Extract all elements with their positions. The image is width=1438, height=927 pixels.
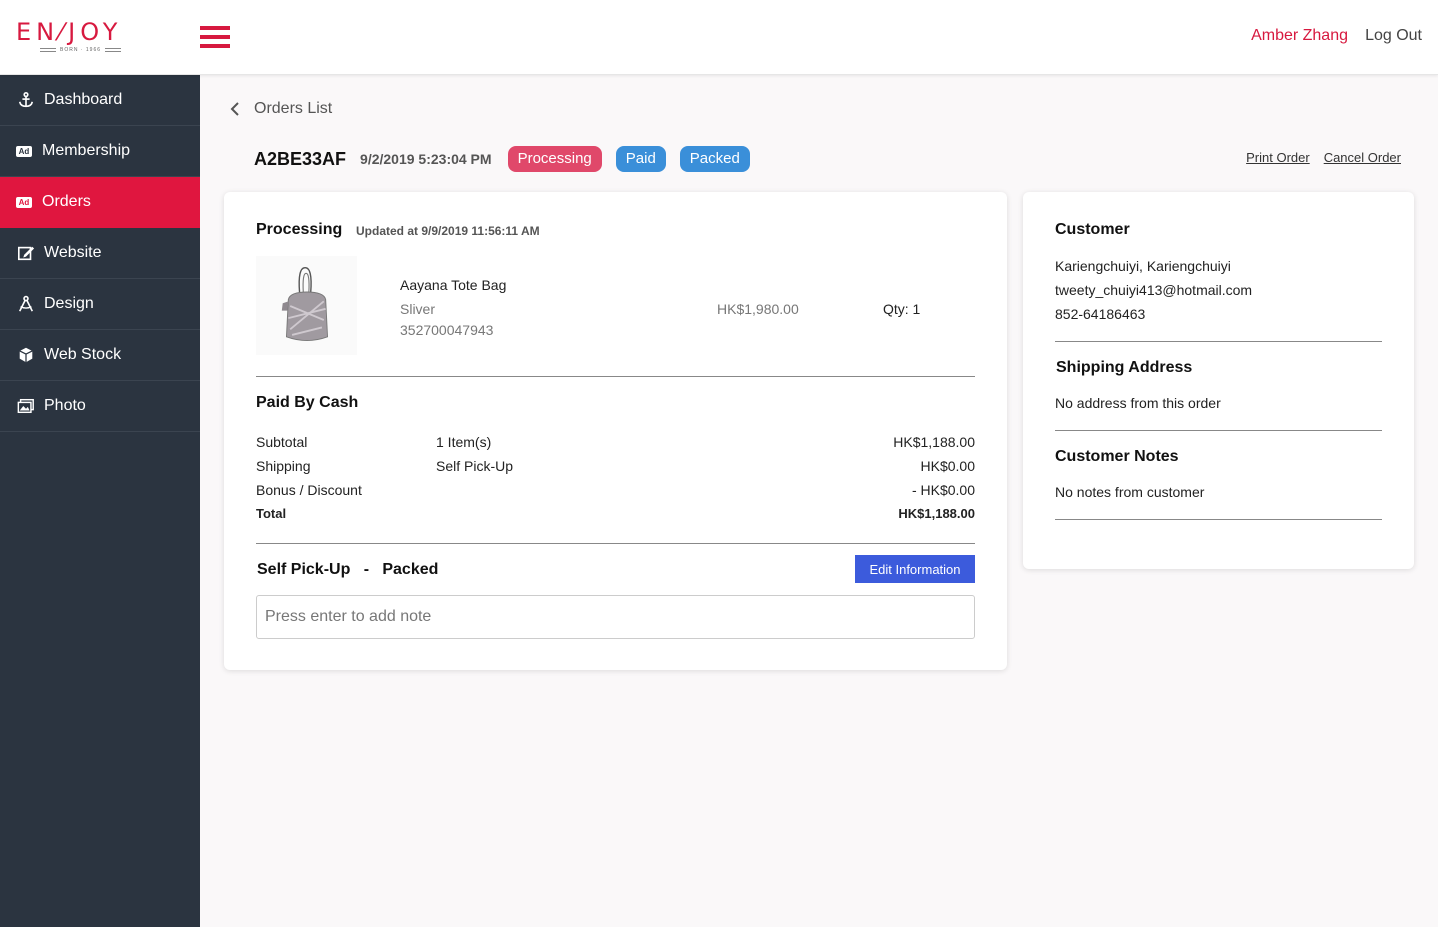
- product-sku: 352700047943: [400, 322, 494, 338]
- images-icon: [16, 396, 36, 416]
- sidebar-item-dashboard[interactable]: Dashboard: [0, 75, 200, 126]
- status-badge-paid: Paid: [615, 146, 666, 172]
- customer-name: Kariengchuiyi, Kariengchuiyi: [1055, 258, 1231, 274]
- edit-icon: [16, 243, 36, 263]
- divider: [1055, 341, 1382, 342]
- product-image: [256, 256, 357, 355]
- divider: [1055, 519, 1382, 520]
- note-input[interactable]: [256, 595, 975, 639]
- fulfillment-title: Self Pick-Up - Packed: [257, 561, 439, 578]
- cancel-order-link[interactable]: Cancel Order: [1324, 150, 1401, 165]
- sidebar-item-label: Website: [44, 244, 102, 261]
- divider: [256, 376, 975, 377]
- sidebar-item-photo[interactable]: Photo: [0, 381, 200, 432]
- status-badge-packed: Packed: [679, 146, 750, 172]
- status-badge-processing: Processing: [507, 146, 602, 172]
- sidebar-item-membership[interactable]: Ad Membership: [0, 126, 200, 177]
- product-qty: Qty: 1: [883, 301, 921, 317]
- chevron-left-icon: [230, 102, 239, 116]
- product-price: HK$1,980.00: [717, 301, 799, 317]
- anchor-icon: [16, 90, 36, 110]
- customer-notes-text: No notes from customer: [1055, 484, 1205, 500]
- sidebar-item-website[interactable]: Website: [0, 228, 200, 279]
- sidebar-item-label: Web Stock: [44, 346, 122, 363]
- ad-icon: Ad: [16, 145, 32, 157]
- customer-phone: 852-64186463: [1055, 306, 1146, 322]
- top-header: EN⁄JOY BORN · 1966 Amber Zhang Log Out: [0, 0, 1438, 75]
- ad-icon: Ad: [16, 196, 32, 208]
- logout-button[interactable]: Log Out: [1365, 27, 1422, 45]
- design-icon: [16, 294, 36, 314]
- order-actions: Print Order Cancel Order: [1246, 150, 1401, 165]
- sidebar-item-label: Design: [44, 295, 94, 312]
- customer-title: Customer: [1055, 221, 1130, 238]
- sidebar-item-label: Orders: [42, 193, 91, 210]
- order-header: A2BE33AF 9/2/2019 5:23:04 PM Processing …: [254, 146, 764, 172]
- breadcrumb-label: Orders List: [254, 100, 333, 117]
- order-id: A2BE33AF: [254, 148, 347, 169]
- sidebar-item-design[interactable]: Design: [0, 279, 200, 330]
- cube-icon: [16, 345, 36, 365]
- product-name: Aayana Tote Bag: [400, 277, 507, 293]
- divider: [1055, 430, 1382, 431]
- product-variant: Sliver: [400, 301, 436, 317]
- customer-email: tweety_chuiyi413@hotmail.com: [1055, 282, 1253, 298]
- back-to-orders-link[interactable]: Orders List: [228, 100, 332, 118]
- brand-logo[interactable]: EN⁄JOY BORN · 1966: [16, 18, 146, 58]
- logo-text: EN⁄JOY: [16, 18, 123, 46]
- status-title: Processing: [256, 221, 343, 238]
- sidebar: Dashboard Ad Membership Ad Orders Websit…: [0, 75, 200, 927]
- customer-card: Customer Kariengchuiyi, Kariengchuiyi tw…: [1023, 192, 1414, 569]
- sidebar-item-label: Membership: [42, 142, 131, 159]
- order-detail-card: Processing Updated at 9/9/2019 11:56:11 …: [224, 192, 1007, 670]
- sidebar-item-orders[interactable]: Ad Orders: [0, 177, 200, 228]
- logo-subtitle: BORN · 1966: [40, 47, 146, 53]
- customer-notes-title: Customer Notes: [1055, 448, 1179, 465]
- print-order-link[interactable]: Print Order: [1246, 150, 1310, 165]
- divider: [256, 543, 975, 544]
- status-updated: Updated at 9/9/2019 11:56:11 AM: [356, 224, 540, 238]
- shipping-address-text: No address from this order: [1055, 395, 1221, 411]
- user-name-link[interactable]: Amber Zhang: [1251, 27, 1348, 45]
- edit-information-button[interactable]: Edit Information: [855, 555, 975, 583]
- order-date: 9/2/2019 5:23:04 PM: [360, 151, 492, 167]
- sidebar-item-label: Dashboard: [44, 91, 123, 108]
- shipping-address-title: Shipping Address: [1056, 359, 1193, 376]
- menu-toggle-icon[interactable]: [200, 26, 230, 48]
- sidebar-item-label: Photo: [44, 397, 86, 414]
- sidebar-item-web-stock[interactable]: Web Stock: [0, 330, 200, 381]
- payment-title: Paid By Cash: [256, 394, 359, 411]
